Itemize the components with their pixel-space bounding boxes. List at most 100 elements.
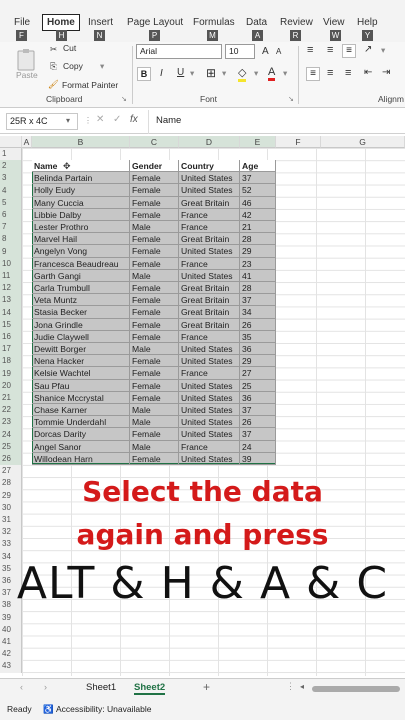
row-header[interactable]: 11 <box>0 270 22 283</box>
table-header-cell[interactable]: Country <box>179 160 240 173</box>
hscroll-left-icon[interactable]: ◂ <box>300 682 304 691</box>
decrease-font-icon[interactable]: A <box>276 47 281 56</box>
add-sheet-icon[interactable]: + <box>203 680 210 694</box>
row-header[interactable]: 43 <box>0 660 22 673</box>
copy-icon[interactable]: ⎘ <box>50 61 57 72</box>
row-header[interactable]: 19 <box>0 367 22 380</box>
table-cell[interactable]: Great Britain <box>179 196 240 209</box>
table-cell[interactable]: Sau Pfau <box>32 379 130 392</box>
column-header-b[interactable]: B <box>32 136 130 148</box>
cut-icon[interactable]: ✂ <box>50 44 57 55</box>
row-header[interactable]: 24 <box>0 428 22 441</box>
table-cell[interactable]: Many Cuccia <box>32 196 130 209</box>
italic-button[interactable]: I <box>160 68 163 79</box>
table-cell[interactable]: Female <box>130 318 179 331</box>
format-painter-button[interactable]: Format Painter <box>62 80 118 90</box>
fill-color-dropdown-icon[interactable]: ▾ <box>254 68 258 79</box>
table-cell[interactable]: 24 <box>240 440 276 453</box>
table-cell[interactable]: United States <box>179 391 240 404</box>
formula-input[interactable]: Name <box>156 115 181 126</box>
orientation-dropdown-icon[interactable]: ▾ <box>381 45 385 56</box>
table-cell[interactable]: Marvel Hail <box>32 233 130 246</box>
table-cell[interactable]: Great Britain <box>179 306 240 319</box>
table-cell[interactable]: 36 <box>240 391 276 404</box>
table-cell[interactable]: Libbie Dalby <box>32 208 130 221</box>
table-cell[interactable]: 28 <box>240 233 276 246</box>
bold-button[interactable]: B <box>137 67 151 81</box>
table-cell[interactable]: United States <box>179 416 240 429</box>
row-header[interactable]: 5 <box>0 196 22 209</box>
table-cell[interactable]: Angelyn Vong <box>32 245 130 258</box>
align-right-icon[interactable]: ≡ <box>345 67 351 79</box>
format-painter-icon[interactable]: 🖌 <box>48 79 59 90</box>
table-cell[interactable]: 39 <box>240 452 276 465</box>
tab-page-layout[interactable]: Page Layout <box>127 17 183 28</box>
table-cell[interactable]: France <box>179 257 240 270</box>
name-box-dropdown-icon[interactable]: ▾ <box>66 116 70 125</box>
column-header-a[interactable]: A <box>22 136 32 148</box>
table-cell[interactable]: Male <box>130 404 179 417</box>
table-cell[interactable]: France <box>179 208 240 221</box>
column-header-e[interactable]: E <box>240 136 276 148</box>
copy-button[interactable]: Copy <box>63 61 83 71</box>
column-header-c[interactable]: C <box>130 136 179 148</box>
table-cell[interactable]: Belinda Partain <box>32 172 130 185</box>
orientation-icon[interactable]: ↗ <box>364 44 372 55</box>
font-color-icon[interactable]: A <box>268 66 276 81</box>
table-cell[interactable]: Female <box>130 245 179 258</box>
accessibility-status[interactable]: Accessibility: Unavailable <box>56 704 151 714</box>
row-header[interactable]: 18 <box>0 355 22 368</box>
tab-home[interactable]: Home <box>42 14 80 31</box>
table-cell[interactable]: Nena Hacker <box>32 355 130 368</box>
table-cell[interactable]: Female <box>130 172 179 185</box>
tab-file[interactable]: File <box>14 17 30 28</box>
table-cell[interactable]: 26 <box>240 416 276 429</box>
table-cell[interactable]: United States <box>179 452 240 465</box>
underline-button[interactable]: U <box>177 67 184 78</box>
column-header-f[interactable]: F <box>276 136 321 148</box>
cut-button[interactable]: Cut <box>63 43 76 53</box>
table-header-cell[interactable]: Gender <box>130 160 179 173</box>
table-header-cell[interactable]: Age <box>240 160 276 173</box>
row-header[interactable]: 9 <box>0 245 22 258</box>
table-cell[interactable]: United States <box>179 184 240 197</box>
table-cell[interactable]: Stasia Becker <box>32 306 130 319</box>
align-middle-icon[interactable]: ≡ <box>327 44 333 56</box>
table-cell[interactable]: Female <box>130 330 179 343</box>
row-header[interactable]: 8 <box>0 233 22 246</box>
align-left-icon[interactable]: ≡ <box>306 67 320 81</box>
row-header[interactable]: 41 <box>0 636 22 649</box>
row-header[interactable]: 2 <box>0 160 22 173</box>
table-cell[interactable]: Female <box>130 208 179 221</box>
table-cell[interactable]: 29 <box>240 355 276 368</box>
table-cell[interactable]: 23 <box>240 257 276 270</box>
table-cell[interactable]: Dorcas Darity <box>32 428 130 441</box>
borders-dropdown-icon[interactable]: ▾ <box>222 68 226 79</box>
row-header[interactable]: 10 <box>0 257 22 270</box>
row-header[interactable]: 20 <box>0 379 22 392</box>
font-size-combo[interactable]: 10 <box>225 44 255 59</box>
row-header[interactable]: 6 <box>0 209 22 222</box>
tab-review[interactable]: Review <box>280 17 313 28</box>
row-header[interactable]: 42 <box>0 648 22 661</box>
row-header[interactable]: 17 <box>0 343 22 356</box>
table-cell[interactable]: 21 <box>240 221 276 234</box>
table-cell[interactable]: France <box>179 221 240 234</box>
table-cell[interactable]: Chase Karner <box>32 404 130 417</box>
tab-data[interactable]: Data <box>246 17 267 28</box>
table-cell[interactable]: Female <box>130 452 179 465</box>
table-cell[interactable]: Male <box>130 416 179 429</box>
table-cell[interactable]: Female <box>130 257 179 270</box>
sheet-tab-sheet1[interactable]: Sheet1 <box>86 682 116 693</box>
decrease-indent-icon[interactable]: ⇤ <box>364 67 372 78</box>
row-header[interactable]: 1 <box>0 148 22 161</box>
insert-function-icon[interactable]: fx <box>130 114 138 125</box>
table-cell[interactable]: Female <box>130 379 179 392</box>
table-cell[interactable]: United States <box>179 245 240 258</box>
column-header-d[interactable]: D <box>179 136 240 148</box>
table-cell[interactable]: 35 <box>240 330 276 343</box>
increase-indent-icon[interactable]: ⇥ <box>382 67 390 78</box>
table-cell[interactable]: United States <box>179 428 240 441</box>
tab-formulas[interactable]: Formulas <box>193 17 235 28</box>
table-cell[interactable]: 29 <box>240 245 276 258</box>
